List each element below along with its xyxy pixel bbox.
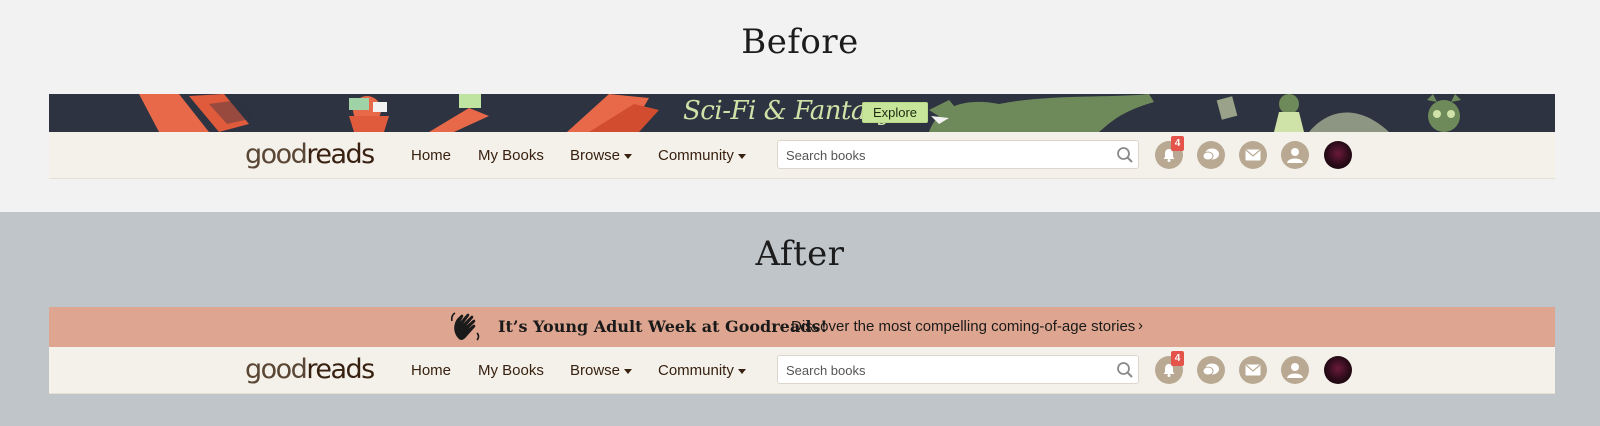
waving-hand-icon [450, 312, 480, 341]
after-title: After [755, 234, 845, 274]
nav-browse[interactable]: Browse [570, 362, 633, 379]
ya-banner-subtitle[interactable]: Discover the most compelling coming-of-a… [791, 318, 1135, 335]
nav-home[interactable]: Home [411, 362, 451, 379]
search-input[interactable]: Search books [777, 355, 1139, 384]
caret-down-icon [737, 153, 746, 159]
search-icon[interactable] [1116, 146, 1134, 164]
navbar: goodreads Home My Books Browse Community… [49, 132, 1555, 179]
navbar: goodreads Home My Books Browse Community… [49, 347, 1555, 394]
before-frame: Sci-Fi & Fantasy Explore goodreads Home … [49, 94, 1555, 180]
young-adult-week-banner[interactable]: It’s Young Adult Week at Goodreads! Disc… [49, 307, 1555, 347]
nav-community[interactable]: Community [658, 362, 746, 379]
friends-icon[interactable] [1281, 356, 1309, 384]
nav-community[interactable]: Community [658, 147, 746, 164]
search-input[interactable]: Search books [777, 140, 1139, 169]
mail-icon[interactable] [1239, 356, 1267, 384]
mail-icon[interactable] [1239, 141, 1267, 169]
search-icon[interactable] [1116, 361, 1134, 379]
avatar[interactable] [1324, 356, 1352, 384]
nav-browse[interactable]: Browse [570, 147, 633, 164]
after-frame: It’s Young Adult Week at Goodreads! Disc… [49, 307, 1555, 394]
nav-my-books[interactable]: My Books [478, 147, 544, 164]
caret-down-icon [624, 153, 633, 159]
chevron-right-icon[interactable]: › [1138, 317, 1143, 334]
nav-my-books[interactable]: My Books [478, 362, 544, 379]
before-section: Before Sci-Fi & Fantasy Explore goodread… [0, 0, 1600, 212]
notification-badge: 4 [1171, 351, 1184, 366]
chat-icon[interactable] [1197, 356, 1225, 384]
friends-icon[interactable] [1281, 141, 1309, 169]
caret-down-icon [624, 368, 633, 374]
scifi-fantasy-banner[interactable]: Sci-Fi & Fantasy Explore [49, 94, 1555, 132]
nav-home[interactable]: Home [411, 147, 451, 164]
search-placeholder: Search books [786, 363, 866, 378]
search-placeholder: Search books [786, 148, 866, 163]
goodreads-logo[interactable]: goodreads [245, 354, 375, 385]
caret-down-icon [737, 368, 746, 374]
chat-icon[interactable] [1197, 141, 1225, 169]
ya-banner-title: It’s Young Adult Week at Goodreads! [498, 317, 828, 336]
notification-badge: 4 [1171, 136, 1184, 151]
before-title: Before [741, 22, 859, 62]
explore-button[interactable]: Explore [862, 102, 928, 123]
avatar[interactable] [1324, 141, 1352, 169]
after-section: After It’s Young Adult Week at Goodreads… [0, 212, 1600, 426]
goodreads-logo[interactable]: goodreads [245, 139, 375, 170]
